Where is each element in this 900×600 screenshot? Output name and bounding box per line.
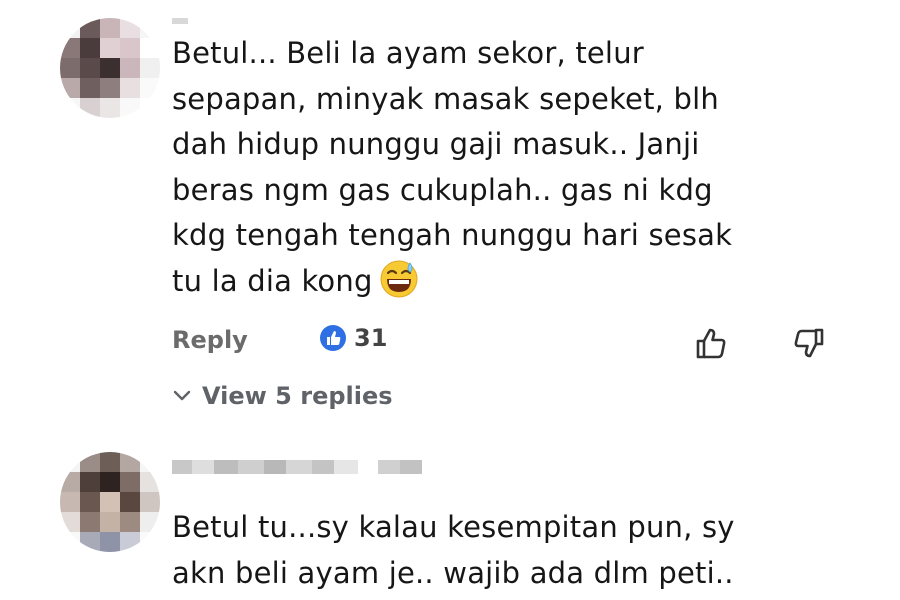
avatar-pixel [60,58,80,78]
avatar-pixel [80,452,100,472]
pixelated-username [172,18,188,24]
avatar-pixel [120,472,140,492]
comment-line: dah hidup nunggu gaji masuk.. Janji [172,127,700,161]
avatar-pixel [80,512,100,532]
avatar-pixel [120,78,140,98]
avatar-pixel [100,472,120,492]
avatar-pixel [120,98,140,118]
dislike-button[interactable] [786,322,830,366]
avatar-pixel [120,452,140,472]
avatar-pixel [80,492,100,512]
avatar-pixel [140,512,160,532]
avatar-pixel [80,472,100,492]
avatar-pixel [140,532,160,552]
avatar-pixel [60,472,80,492]
comment-line: beras ngm gas cukuplah.. gas ni kdg [172,172,713,207]
comment-line: kdg tengah tengah nunggu hari sesak [172,218,733,252]
avatar-pixel [140,18,160,38]
avatar-pixel [100,38,120,58]
avatar-pixel [100,532,120,552]
avatar-pixel [120,532,140,552]
comment-line-last: tu la dia kong [172,259,872,305]
reply-button[interactable]: Reply [172,326,248,354]
avatar-pixel [60,78,80,98]
avatar-pixel [80,532,100,552]
avatar-pixel [100,18,120,38]
like-button[interactable] [690,322,734,366]
avatar-pixel [140,452,160,472]
avatar-pixel [80,58,100,78]
comment-line: Betul tu...sy kalau kesempitan pun, sy [172,510,735,544]
avatar-pixel [60,98,80,118]
avatar-pixel [100,58,120,78]
avatar-pixel [80,18,100,38]
avatar-pixel [120,58,140,78]
avatar-pixel [100,78,120,98]
comment-line: Betul... Beli la ayam sekor, telur [172,36,644,70]
avatar[interactable] [60,452,160,552]
avatar-pixel [80,78,100,98]
view-replies-button[interactable]: View 5 replies [172,382,393,410]
thumbs-up-outline-icon [696,328,726,359]
like-count: 31 [354,324,388,352]
avatar-pixel [120,18,140,38]
avatar-pixel [100,512,120,532]
avatar-pixel [100,492,120,512]
avatar-pixel [140,78,160,98]
avatar-pixel [140,58,160,78]
avatar[interactable] [60,18,160,118]
like-count-badge: 31 [320,324,387,352]
comment-line: sepapan, minyak masak sepeket, blh [172,81,719,116]
view-replies-label: View 5 replies [202,382,393,410]
avatar-pixel [80,98,100,118]
thumbs-down-outline-icon [794,328,824,358]
avatar-pixel [60,532,80,552]
thumbs-up-filled-icon [320,325,346,351]
pixelated-username [172,460,422,474]
avatar-pixel [100,98,120,118]
avatar-pixel [140,38,160,58]
comment-line: akn beli ayam je.. wajib ada dlm peti.. [172,555,734,590]
avatar-pixel [60,38,80,58]
avatar-pixel [120,512,140,532]
avatar-pixel [140,472,160,492]
comment-text: Betul tu...sy kalau kesempitan pun, sy a… [172,505,872,596]
avatar-pixel [60,492,80,512]
avatar-pixel [80,38,100,58]
comment-actions: Reply 31 [172,318,900,368]
avatar-pixel [120,38,140,58]
avatar-pixel [140,98,160,118]
avatar-pixel [120,492,140,512]
grinning-sweat-emoji [380,260,418,297]
chevron-down-icon [173,390,191,401]
avatar-pixel [60,452,80,472]
avatar-pixel [140,492,160,512]
comment-line-text: tu la dia kong [172,263,373,298]
comment-text: Betul... Beli la ayam sekor, telur sepap… [172,31,872,304]
avatar-pixel [60,18,80,38]
avatar-pixel [100,452,120,472]
avatar-pixel [60,512,80,532]
